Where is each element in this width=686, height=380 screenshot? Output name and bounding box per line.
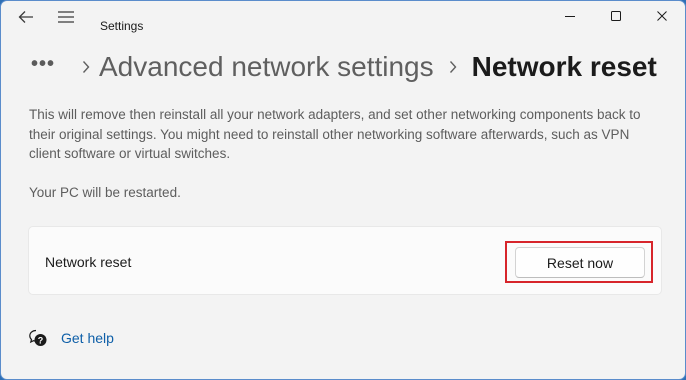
maximize-button[interactable]	[593, 1, 639, 35]
settings-window: Settings ••• Advanced network settings N…	[0, 0, 686, 380]
hamburger-menu-icon	[58, 10, 74, 28]
navigation-menu-button[interactable]	[51, 1, 81, 37]
breadcrumb: ••• Advanced network settings Network re…	[31, 47, 657, 87]
close-button[interactable]	[639, 1, 685, 35]
get-help-link[interactable]: Get help	[61, 330, 114, 346]
get-help-link-row[interactable]: ? Get help	[28, 328, 114, 348]
breadcrumb-overflow-button[interactable]: •••	[31, 53, 73, 76]
description-text: This will remove then reinstall all your…	[29, 107, 641, 161]
title-bar: Settings	[1, 1, 685, 39]
app-title: Settings	[100, 19, 144, 33]
reset-now-button[interactable]: Reset now	[515, 247, 645, 278]
chevron-right-icon	[73, 60, 99, 74]
maximize-icon	[610, 9, 622, 27]
network-reset-card: Network reset Reset now	[28, 226, 662, 295]
minimize-icon	[564, 9, 576, 27]
network-reset-label: Network reset	[45, 254, 132, 270]
back-arrow-icon	[18, 10, 34, 29]
svg-text:?: ?	[38, 336, 44, 346]
back-button[interactable]	[9, 1, 43, 37]
close-icon	[656, 9, 668, 27]
help-chat-icon: ?	[28, 328, 48, 348]
breadcrumb-item-advanced-network-settings[interactable]: Advanced network settings	[99, 51, 434, 83]
chevron-right-icon	[434, 60, 472, 74]
page-title: Network reset	[471, 51, 657, 82]
minimize-button[interactable]	[547, 1, 593, 35]
restart-note: Your PC will be restarted.	[29, 185, 181, 200]
